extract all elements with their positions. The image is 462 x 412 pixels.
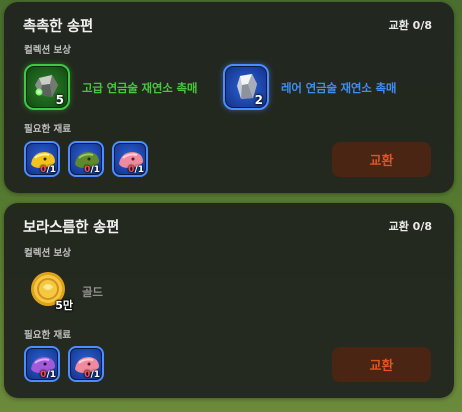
material-count: 0/1 [84,370,100,380]
reward-item-rare-catalyst[interactable]: 2 [223,64,269,110]
reward-section-label: 컬렉션 보상 [24,45,72,56]
material-count: 0/1 [84,165,100,175]
card-title: 보라스름한 송편 [23,220,120,236]
exchange-button[interactable]: 교환 [332,347,431,382]
exchange-button[interactable]: 교환 [332,142,431,177]
material-count: 0/1 [40,370,56,380]
reward-section-label: 컬렉션 보상 [24,248,72,259]
material-slot[interactable]: 0/1 [68,346,104,382]
reward-name: 고급 연금술 재연소 촉매 [82,81,198,95]
material-count: 0/1 [40,165,56,175]
material-section-label: 필요한 재료 [24,124,72,135]
reward-count: 2 [254,93,263,107]
reward-name: 골드 [82,285,103,299]
card-title: 촉촉한 송편 [23,19,93,35]
material-count: 0/1 [128,165,144,175]
material-slot[interactable]: 0/1 [24,141,60,177]
reward-item-advanced-catalyst[interactable]: 5 [24,64,70,110]
reward-name: 레어 연금술 재연소 촉매 [281,81,397,95]
reward-item-gold[interactable]: 5만 [28,267,74,313]
exchange-count: 교환 0/8 [388,220,432,233]
collection-card-moist-songpyeon: 촉촉한 송편 교환 0/8 컬렉션 보상 5 고급 연금술 재연소 촉매 2 레… [4,2,454,193]
reward-count: 5 [55,93,64,107]
material-section-label: 필요한 재료 [24,330,72,341]
material-slot[interactable]: 0/1 [112,141,148,177]
material-slot[interactable]: 0/1 [24,346,60,382]
material-slot[interactable]: 0/1 [68,141,104,177]
exchange-count: 교환 0/8 [388,19,432,32]
reward-count: 5만 [55,299,73,312]
collection-card-purplish-songpyeon: 보라스름한 송편 교환 0/8 컬렉션 보상 5만 골드 필요한 재료 0/1 [4,203,454,398]
